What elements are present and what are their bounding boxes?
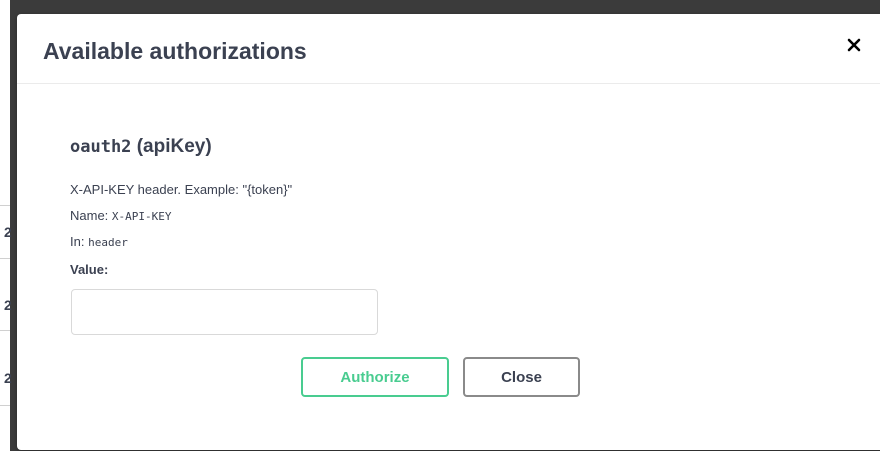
authorize-button[interactable]: Authorize (301, 357, 449, 397)
background-row-digit: 2 (4, 297, 12, 313)
background-row-digit: 2 (4, 370, 12, 386)
background-row-divider (0, 405, 10, 406)
in-label: In: (70, 234, 89, 249)
modal-header: Available authorizations (17, 14, 880, 84)
scheme-description: X-API-KEY header. Example: "{token}" (70, 182, 293, 197)
auth-modal: Available authorizations oauth2 (apiKey)… (17, 14, 880, 450)
name-value: X-API-KEY (111, 210, 172, 223)
scheme-name: oauth2 (70, 137, 132, 157)
api-key-value-input[interactable] (71, 289, 378, 335)
background-row-divider (0, 258, 10, 259)
scheme-name-row: Name: X-API-KEY (70, 208, 172, 223)
scheme-type: (apiKey) (136, 136, 212, 157)
background-row-digit: 2 (4, 224, 12, 240)
value-label: Value: (70, 262, 109, 277)
modal-title: Available authorizations (43, 38, 307, 64)
close-icon-glyph (847, 38, 861, 52)
scheme-in-row: In: header (70, 234, 128, 249)
in-value: header (88, 236, 128, 249)
close-button[interactable]: Close (463, 357, 580, 397)
background-row-divider (0, 330, 10, 331)
name-label: Name: (70, 208, 112, 223)
background-row-divider (0, 205, 10, 206)
scheme-title: oauth2 (apiKey) (70, 136, 212, 158)
close-icon[interactable] (847, 38, 865, 56)
